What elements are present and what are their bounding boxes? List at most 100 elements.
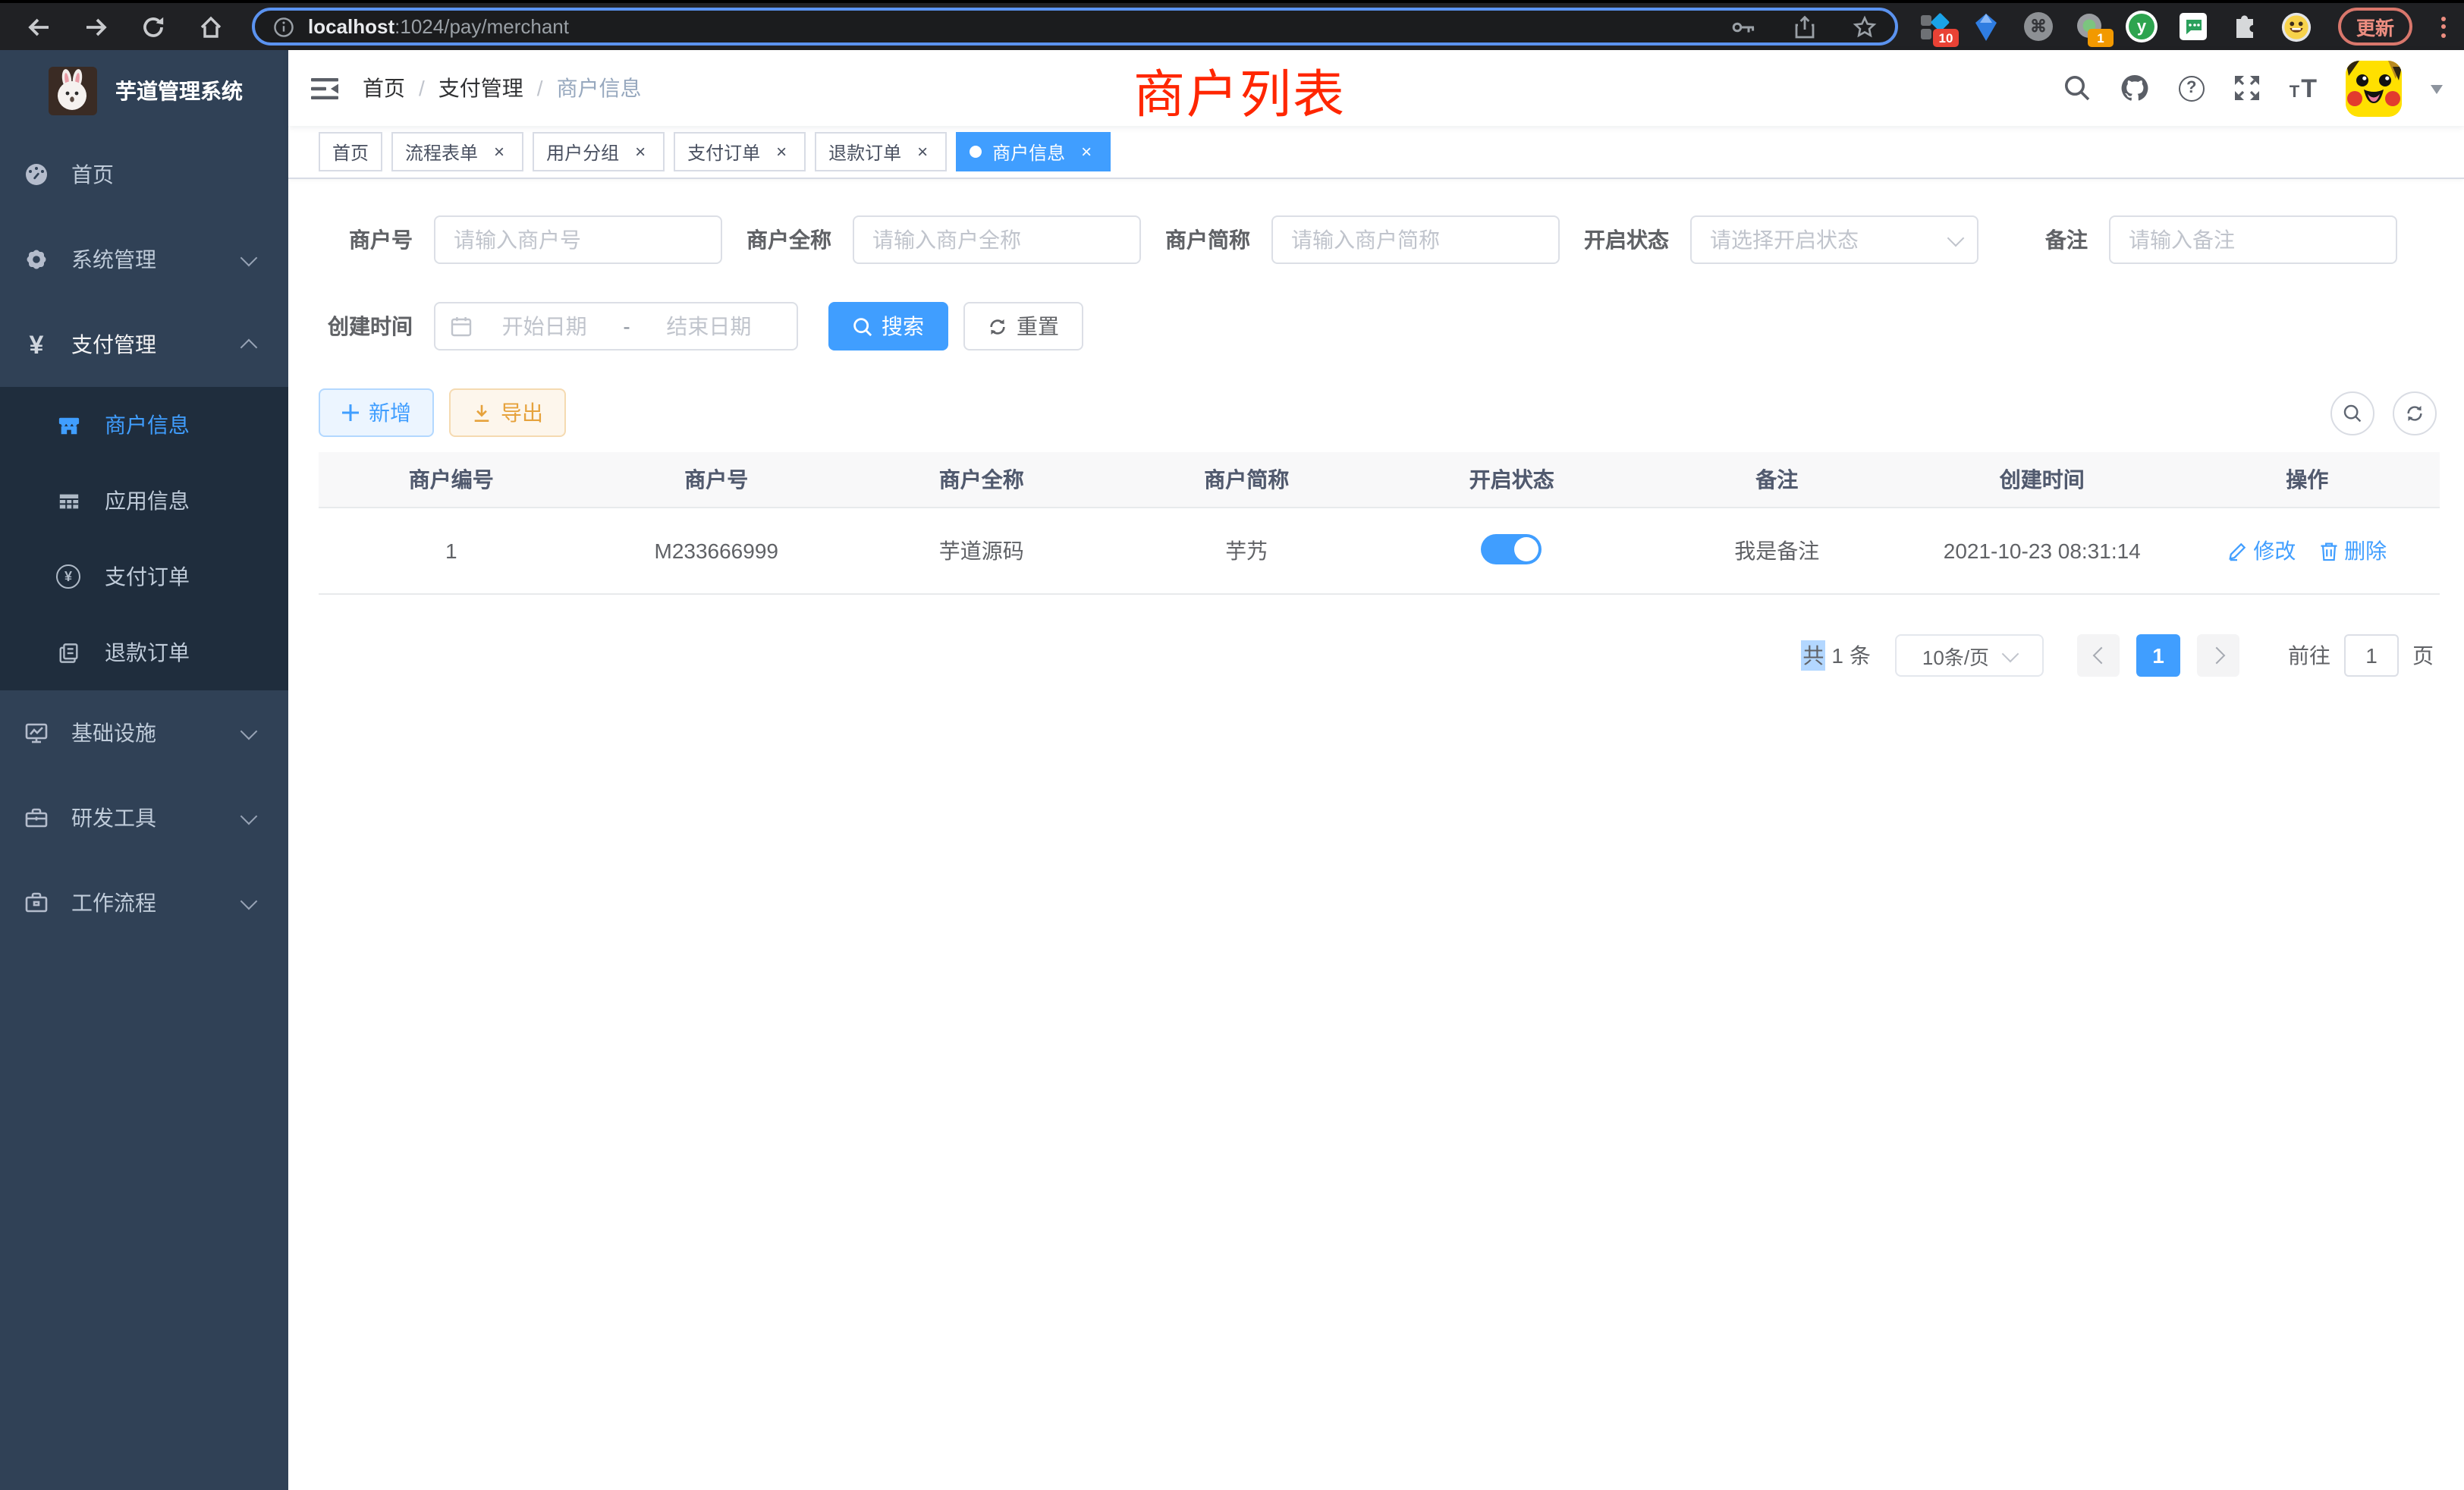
tag-process-form[interactable]: 流程表单×: [391, 132, 523, 171]
header-search-icon[interactable]: [2063, 74, 2091, 102]
help-icon[interactable]: ?: [2179, 75, 2205, 101]
breadcrumb-home[interactable]: 首页: [363, 73, 405, 103]
remark-input[interactable]: [2109, 215, 2397, 264]
browser-reload-button[interactable]: [137, 10, 170, 43]
sidebar-logo[interactable]: 芋道管理系统: [0, 50, 288, 132]
document-copy-icon: [56, 640, 80, 665]
cell-remark: 我是备注: [1645, 508, 1910, 594]
tag-user-group[interactable]: 用户分组×: [533, 132, 665, 171]
add-button[interactable]: 新增: [319, 388, 434, 437]
search-icon: [853, 316, 872, 336]
browser-profile-avatar[interactable]: [2280, 11, 2312, 42]
tag-pay-order[interactable]: 支付订单×: [674, 132, 806, 171]
breadcrumb: 首页 / 支付管理 / 商户信息: [363, 73, 642, 103]
delete-link[interactable]: 删除: [2320, 536, 2387, 566]
sidebar-item-app-info[interactable]: 应用信息: [0, 463, 288, 539]
screen: localhost:1024/pay/merchant 10 ⌘ 1: [0, 0, 2464, 1490]
close-icon[interactable]: ×: [489, 141, 510, 162]
prev-page-button[interactable]: [2077, 634, 2120, 677]
chevron-down-icon: [1947, 229, 1965, 247]
chevron-down-icon: [240, 807, 258, 825]
payment-submenu: 商户信息 应用信息 ¥ 支付订单: [0, 387, 288, 690]
search-button[interactable]: 搜索: [828, 302, 948, 350]
edit-pencil-icon: [2227, 541, 2247, 561]
merchant-no-input[interactable]: [434, 215, 722, 264]
share-icon[interactable]: [1793, 14, 1816, 39]
refresh-table-button[interactable]: [2393, 391, 2437, 435]
password-key-icon[interactable]: [1731, 14, 1757, 39]
sidebar-item-home[interactable]: 首页: [0, 132, 288, 217]
active-dot: [970, 146, 982, 158]
page-size-select[interactable]: 10条/页: [1895, 634, 2044, 677]
sidebar-item-refund-order[interactable]: 退款订单: [0, 615, 288, 690]
chrome-update-button[interactable]: 更新: [2338, 8, 2412, 46]
cell-merchant-no: M233666999: [584, 508, 850, 594]
chevron-down-icon: [2002, 645, 2019, 662]
sidebar-item-system[interactable]: 系统管理: [0, 217, 288, 302]
sidebar-collapse-icon[interactable]: [311, 77, 338, 99]
avatar-caret-icon[interactable]: [2431, 84, 2443, 99]
bookmark-star-icon[interactable]: [1853, 14, 1877, 39]
cell-short-name: 芋艿: [1114, 508, 1380, 594]
tag-home[interactable]: 首页: [319, 132, 382, 171]
close-icon[interactable]: ×: [1076, 141, 1097, 162]
reset-button[interactable]: 重置: [963, 302, 1083, 350]
show-search-toggle-button[interactable]: [2330, 391, 2374, 435]
close-icon[interactable]: ×: [630, 141, 651, 162]
breadcrumb-payment[interactable]: 支付管理: [438, 73, 523, 103]
briefcase-icon: [24, 891, 49, 915]
merchant-table: 商户编号 商户号 商户全称 商户简称 开启状态 备注 创建时间 操作 1: [319, 452, 2440, 595]
next-page-button[interactable]: [2197, 634, 2239, 677]
col-merchant-id: 商户编号: [319, 452, 584, 508]
browser-back-button[interactable]: [21, 10, 55, 43]
chevron-down-icon: [240, 249, 258, 266]
extension-yuque-icon[interactable]: y: [2126, 11, 2158, 42]
status-toggle[interactable]: [1482, 533, 1542, 564]
sidebar-item-dev-tools[interactable]: 研发工具: [0, 775, 288, 860]
goto-page-input[interactable]: [2344, 634, 2399, 677]
github-icon[interactable]: [2120, 73, 2150, 103]
logo-rabbit-image: [49, 67, 97, 115]
tag-refund-order[interactable]: 退款订单×: [815, 132, 947, 171]
status-select[interactable]: 请选择开启状态: [1690, 215, 1978, 264]
table-grid-icon: [56, 489, 80, 513]
merchant-no-label: 商户号: [319, 225, 413, 255]
goto-label: 前往: [2288, 640, 2330, 671]
sidebar-item-payment[interactable]: ¥ 支付管理: [0, 302, 288, 387]
full-name-input[interactable]: [853, 215, 1141, 264]
sidebar-menu: 首页 系统管理 ¥ 支付管理: [0, 132, 288, 945]
sidebar-item-infrastructure[interactable]: 基础设施: [0, 690, 288, 775]
export-button[interactable]: 导出: [449, 388, 566, 437]
pagination: 共 1 条 10条/页 1 前往 页: [319, 634, 2440, 677]
date-separator: -: [617, 314, 636, 338]
sidebar-item-merchant-info[interactable]: 商户信息: [0, 387, 288, 463]
sidebar-item-workflow[interactable]: 工作流程: [0, 860, 288, 945]
browser-forward-button[interactable]: [79, 10, 112, 43]
edit-link[interactable]: 修改: [2227, 536, 2296, 566]
close-icon[interactable]: ×: [912, 141, 933, 162]
url-bar[interactable]: localhost:1024/pay/merchant: [252, 8, 1898, 46]
yen-icon: ¥: [24, 332, 49, 357]
page-content: 商户号 商户全称 商户简称 开启状态 请选择开启状态: [288, 179, 2464, 677]
extension-grid-diamond-icon[interactable]: 10: [1919, 11, 1951, 42]
create-time-range-picker[interactable]: 开始日期 - 结束日期: [434, 302, 798, 350]
page-number-button[interactable]: 1: [2136, 634, 2180, 677]
tag-merchant-info[interactable]: 商户信息×: [956, 132, 1111, 171]
extension-gem-icon[interactable]: [1971, 11, 2003, 42]
site-info-icon[interactable]: [273, 16, 294, 37]
browser-menu-icon[interactable]: [2441, 16, 2446, 37]
extension-circle-dot-icon[interactable]: 1: [2074, 11, 2106, 42]
short-name-input[interactable]: [1271, 215, 1560, 264]
download-icon: [472, 403, 492, 423]
sidebar-item-pay-order[interactable]: ¥ 支付订单: [0, 539, 288, 615]
extension-chat-icon[interactable]: [2177, 11, 2209, 42]
user-avatar[interactable]: [2346, 60, 2402, 116]
extension-command-icon[interactable]: ⌘: [2022, 11, 2054, 42]
url-text: localhost:1024/pay/merchant: [308, 15, 1713, 38]
browser-home-button[interactable]: [194, 10, 228, 43]
font-size-icon[interactable]: TT: [2290, 75, 2317, 101]
sidebar: 芋道管理系统 首页 系统管理 ¥: [0, 50, 288, 1490]
extensions-puzzle-icon[interactable]: [2229, 11, 2261, 42]
close-icon[interactable]: ×: [771, 141, 792, 162]
fullscreen-icon[interactable]: [2233, 74, 2261, 102]
